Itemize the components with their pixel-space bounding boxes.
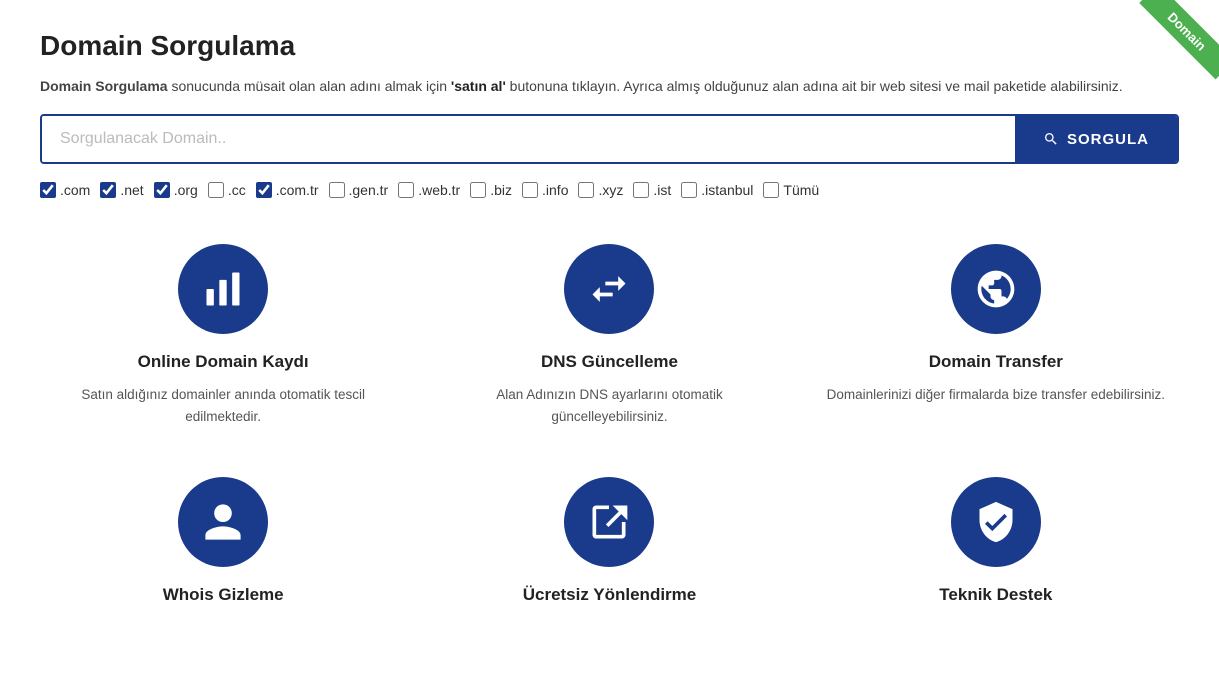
- checkbox-net[interactable]: [100, 182, 116, 198]
- feature-title-domain-transfer: Domain Transfer: [929, 352, 1063, 372]
- checkbox-com[interactable]: [40, 182, 56, 198]
- checkbox-biz[interactable]: [470, 182, 486, 198]
- feature-item-online-domain: Online Domain Kaydı Satın aldığınız domai…: [40, 234, 406, 437]
- search-button[interactable]: SORGULA: [1015, 116, 1177, 162]
- checkbox-com.tr[interactable]: [256, 182, 272, 198]
- checkbox-item-web.tr[interactable]: .web.tr: [398, 182, 460, 198]
- ribbon-label: Domain: [1140, 0, 1219, 79]
- user-icon-circle: [178, 477, 268, 567]
- checkbox-item-com.tr[interactable]: .com.tr: [256, 182, 319, 198]
- feature-item-whois: Whois Gizleme: [40, 467, 406, 627]
- checkbox-item-com[interactable]: .com: [40, 182, 90, 198]
- redirect-icon-circle: [564, 477, 654, 567]
- feature-item-support: Teknik Destek: [813, 467, 1179, 627]
- subtitle-cta: 'satın al': [451, 78, 506, 94]
- feature-item-redirect: Ücretsiz Yönlendirme: [426, 467, 792, 627]
- checkbox-item-cc[interactable]: .cc: [208, 182, 246, 198]
- checkbox-item-gen.tr[interactable]: .gen.tr: [329, 182, 389, 198]
- checkbox-org[interactable]: [154, 182, 170, 198]
- redirect-icon: [587, 500, 631, 544]
- search-bar: SORGULA: [40, 114, 1179, 164]
- bar-chart-icon: [201, 267, 245, 311]
- checkbox-xyz[interactable]: [578, 182, 594, 198]
- feature-desc-domain-transfer: Domainlerinizi diğer firmalarda bize tra…: [827, 384, 1165, 406]
- feature-item-domain-transfer: Domain Transfer Domainlerinizi diğer firm…: [813, 234, 1179, 437]
- checkbox-row: .com .net .org .cc .com.tr .gen.tr .web.tr .biz…: [40, 182, 1179, 198]
- search-icon: [1043, 131, 1059, 147]
- checkbox-item-istanbul[interactable]: .istanbul: [681, 182, 753, 198]
- checkbox-item-xyz[interactable]: .xyz: [578, 182, 623, 198]
- corner-ribbon: Domain: [1119, 0, 1219, 100]
- page-title: Domain Sorgulama: [40, 30, 1179, 62]
- feature-title-online-domain: Online Domain Kaydı: [138, 352, 309, 372]
- globe-icon: [974, 267, 1018, 311]
- checkbox-Tümü[interactable]: [763, 182, 779, 198]
- checkbox-item-net[interactable]: .net: [100, 182, 143, 198]
- checkbox-info[interactable]: [522, 182, 538, 198]
- checkbox-gen.tr[interactable]: [329, 182, 345, 198]
- checkbox-ist[interactable]: [633, 182, 649, 198]
- arrows-icon: [587, 267, 631, 311]
- arrows-icon-circle: [564, 244, 654, 334]
- subtitle: Domain Sorgulama sonucunda müsait olan a…: [40, 78, 1179, 94]
- feature-grid: Online Domain Kaydı Satın aldığınız domai…: [40, 234, 1179, 627]
- shield-icon: [974, 500, 1018, 544]
- search-input[interactable]: [42, 116, 1015, 162]
- checkbox-item-biz[interactable]: .biz: [470, 182, 512, 198]
- feature-title-support: Teknik Destek: [939, 585, 1052, 605]
- bar-chart-icon-circle: [178, 244, 268, 334]
- shield-icon-circle: [951, 477, 1041, 567]
- user-icon: [201, 500, 245, 544]
- checkbox-item-info[interactable]: .info: [522, 182, 568, 198]
- checkbox-web.tr[interactable]: [398, 182, 414, 198]
- checkbox-item-Tümü[interactable]: Tümü: [763, 182, 819, 198]
- feature-title-whois: Whois Gizleme: [163, 585, 284, 605]
- checkbox-item-ist[interactable]: .ist: [633, 182, 671, 198]
- feature-item-dns-update: DNS Güncelleme Alan Adınızın DNS ayarları…: [426, 234, 792, 437]
- feature-desc-dns-update: Alan Adınızın DNS ayarlarını otomatik gü…: [436, 384, 782, 427]
- feature-title-dns-update: DNS Güncelleme: [541, 352, 678, 372]
- checkbox-item-org[interactable]: .org: [154, 182, 198, 198]
- checkbox-cc[interactable]: [208, 182, 224, 198]
- feature-desc-online-domain: Satın aldığınız domainler anında otomati…: [50, 384, 396, 427]
- subtitle-brand: Domain Sorgulama: [40, 78, 168, 94]
- feature-title-redirect: Ücretsiz Yönlendirme: [523, 585, 697, 605]
- globe-icon-circle: [951, 244, 1041, 334]
- checkbox-istanbul[interactable]: [681, 182, 697, 198]
